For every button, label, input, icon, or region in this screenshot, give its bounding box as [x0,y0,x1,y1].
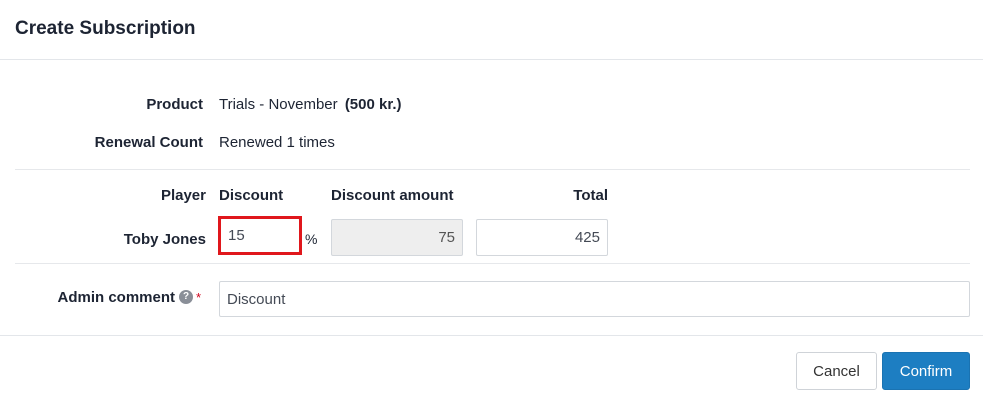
product-name: Trials - November [219,96,338,113]
total-header: Total [573,187,608,204]
percent-unit: % [305,231,318,247]
admin-comment-label: Admin comment [57,289,175,306]
modal-header: Create Subscription [0,0,983,60]
modal-title: Create Subscription [15,18,196,39]
required-mark: * [196,290,202,305]
divider [15,263,970,264]
discount-header: Discount [219,187,284,204]
cancel-button[interactable]: Cancel [796,352,877,390]
product-price: (500 kr.) [344,96,402,113]
player-name: Toby Jones [123,231,206,248]
question-circle-icon[interactable]: ? [179,290,193,304]
divider [15,169,970,170]
product-label: Product [146,96,203,113]
discount-amount-header: Discount amount [331,187,454,204]
discount-input[interactable] [220,218,300,253]
discount-amount-field [331,219,463,256]
renewal-count-value: Renewed 1 times [219,134,335,151]
product-value: Trials - November (500 kr.) [219,96,402,113]
player-header: Player [160,187,206,204]
renewal-count-label: Renewal Count [94,134,203,151]
footer-divider [0,335,983,336]
total-input[interactable] [476,219,608,256]
admin-comment-input[interactable] [219,281,970,317]
confirm-button[interactable]: Confirm [882,352,970,390]
